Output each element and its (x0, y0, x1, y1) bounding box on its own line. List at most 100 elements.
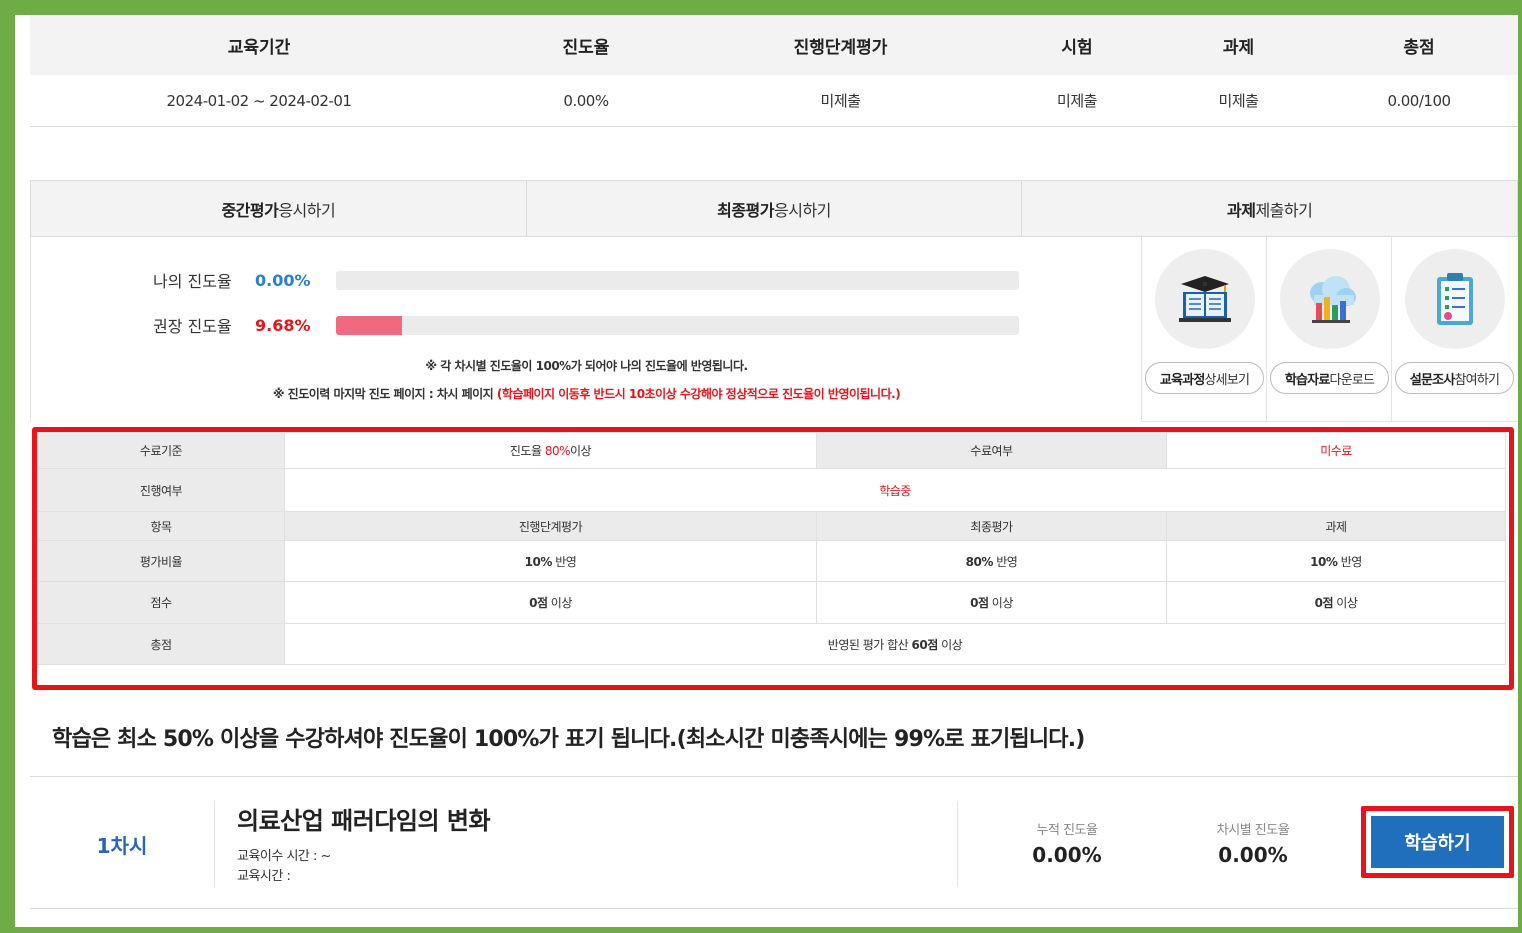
ratio-final-eval-bold: 80% (965, 554, 994, 569)
criteria-row-standard: 수료기준 진도율 80%이상 수료여부 미수료 (37, 432, 1506, 469)
summary-stage-eval-value: 미제출 (820, 92, 861, 110)
criteria-row-items: 항목 진행단계평가 최종평가 과제 (37, 511, 1506, 541)
midterm-exam-button[interactable]: 중간평가 응시하기 (31, 181, 527, 236)
score-final-eval: 0점 이상 (816, 581, 1167, 624)
completion-status-label: 수료여부 (816, 432, 1167, 469)
progress-note-2-warning: (학습페이지 이동후 반드시 10초이상 수강해야 정상적으로 진도율이 반영이… (496, 387, 901, 401)
completion-criteria-panel: 수료기준 진도율 80%이상 수료여부 미수료 진행여부 학습중 항목 진행단계… (32, 427, 1514, 690)
course-detail-button[interactable]: 교육과정 상세보기 (1145, 362, 1264, 394)
total-value: 반영된 평가 합산 60점 이상 (284, 623, 1506, 665)
submit-assignment-label-rest: 제출하기 (1255, 200, 1313, 220)
final-exam-button[interactable]: 최종평가 응시하기 (527, 181, 1023, 236)
resource-buttons: 교육과정 상세보기 학습자료 다운로드 설문조사 참여하기 (1141, 237, 1518, 422)
score-assignment-bold: 0점 (1314, 596, 1334, 610)
progress-status-label: 진행여부 (37, 468, 285, 512)
criteria-row-progress-status: 진행여부 학습중 (37, 468, 1506, 512)
progress-status-value: 학습중 (284, 468, 1506, 512)
item-final-eval: 최종평가 (816, 511, 1167, 541)
summary-header-total: 총점 (1403, 37, 1435, 58)
lesson-title: 의료산업 패러다임의 변화 (237, 807, 491, 835)
summary-header-assignment: 과제 (1222, 37, 1255, 58)
summary-progress-value: 0.00% (563, 91, 609, 110)
score-stage-eval: 0점 이상 (284, 581, 817, 624)
lesson-row: 1차시 의료산업 패러다임의 변화 교육이수 시간 : ~ 교육시간 : 누적 … (30, 777, 1518, 909)
submit-assignment-button[interactable]: 과제 제출하기 (1022, 181, 1517, 236)
criteria-row-total: 총점 반영된 평가 합산 60점 이상 (37, 623, 1506, 665)
study-info-banner: 학습은 최소 50% 이상을 수강하셔야 진도율이 100%가 표기 됩니다.(… (30, 705, 1518, 777)
materials-download-button[interactable]: 학습자료 다운로드 (1270, 362, 1389, 394)
course-detail-cell: 교육과정 상세보기 (1142, 237, 1267, 421)
my-progress-value: 0.00% (255, 270, 311, 290)
summary-header-exam: 시험 (1061, 37, 1093, 58)
ratio-stage-eval-rest: 반영 (551, 554, 577, 569)
materials-download-label-bold: 학습자료 (1284, 372, 1330, 388)
ratio-assignment: 10% 반영 (1166, 540, 1506, 582)
summary-header-period: 교육기간 (227, 37, 291, 58)
survey-cell: 설문조사 참여하기 (1392, 237, 1517, 421)
score-assignment: 0점 이상 (1166, 581, 1506, 624)
cumulative-progress: 누적 진도율 0.00% (997, 819, 1137, 867)
session-progress: 차시별 진도율 0.00% (1183, 819, 1323, 867)
summary-table: 교육기간 진도율 진행단계평가 시험 과제 총점 2024-01-02 ~ 20… (30, 15, 1518, 127)
completion-standard-threshold: 80% (544, 444, 571, 458)
completion-standard-prefix: 진도율 (509, 444, 545, 458)
progress-area: 나의 진도율 0.00% 권장 진도율 9.68% ※ 각 차시별 진도율이 1… (30, 237, 1141, 422)
progress-note-1: ※ 각 차시별 진도율이 100%가 되어야 나의 진도율에 반영됩니다. (425, 359, 748, 373)
lesson-number: 1차시 (30, 801, 215, 887)
recommended-progress-bar (336, 315, 1019, 335)
criteria-row-ratio: 평가비율 10% 반영 80% 반영 10% 반영 (37, 540, 1506, 582)
survey-button[interactable]: 설문조사 참여하기 (1395, 362, 1514, 394)
item-label: 항목 (37, 511, 285, 541)
item-stage-eval: 진행단계평가 (284, 511, 817, 541)
completion-criteria-table: 수료기준 진도율 80%이상 수료여부 미수료 진행여부 학습중 항목 진행단계… (37, 432, 1506, 665)
lesson-study-time: 교육시간 : (237, 869, 291, 884)
completion-standard-suffix: 이상 (570, 444, 592, 458)
score-stage-eval-bold: 0점 (529, 596, 548, 610)
score-assignment-rest: 이상 (1332, 596, 1358, 610)
my-progress-bar (336, 270, 1019, 290)
materials-download-label-rest: 다운로드 (1329, 372, 1375, 388)
ratio-stage-eval: 10% 반영 (284, 540, 817, 582)
score-final-eval-bold: 0점 (970, 596, 989, 610)
summary-exam-value: 미제출 (1057, 92, 1097, 110)
criteria-row-score: 점수 0점 이상 0점 이상 0점 이상 (37, 581, 1506, 624)
lesson-divider (957, 801, 958, 887)
course-page: 교육기간 진도율 진행단계평가 시험 과제 총점 2024-01-02 ~ 20… (15, 15, 1518, 927)
recommended-progress-label: 권장 진도율 (153, 317, 232, 336)
ratio-assignment-bold: 10% (1310, 554, 1338, 569)
ratio-assignment-rest: 반영 (1337, 554, 1363, 569)
score-label: 점수 (37, 581, 285, 624)
summary-header-progress: 진도율 (562, 37, 610, 58)
total-prefix: 반영된 평가 합산 (827, 637, 912, 652)
ratio-final-eval-rest: 반영 (992, 554, 1018, 569)
total-label: 총점 (37, 623, 285, 665)
total-suffix: 이상 (937, 637, 963, 652)
cumulative-progress-label: 누적 진도율 (1036, 823, 1098, 838)
midterm-exam-label-bold: 중간평가 (221, 200, 279, 220)
my-progress-label: 나의 진도율 (153, 272, 232, 291)
progress-note-2: ※ 진도이력 마지막 진도 페이지 : 차시 페이지 (학습페이지 이동후 반드… (31, 385, 1142, 402)
completion-status-value: 미수료 (1166, 432, 1506, 469)
survey-label-rest: 참여하기 (1454, 372, 1500, 388)
final-exam-label-bold: 최종평가 (717, 200, 774, 220)
item-assignment: 과제 (1166, 511, 1506, 541)
progress-note-2-prefix: ※ 진도이력 마지막 진도 페이지 : 차시 페이지 (272, 387, 497, 401)
score-stage-eval-rest: 이상 (547, 596, 573, 610)
cloud-download-icon[interactable] (1280, 249, 1380, 349)
recommended-progress-fill (336, 315, 403, 335)
summary-total-value: 0.00/100 (1387, 91, 1451, 110)
course-detail-label-rest: 상세보기 (1204, 372, 1250, 388)
book-graduation-icon[interactable] (1155, 249, 1255, 349)
study-button[interactable]: 학습하기 (1371, 816, 1504, 868)
submit-assignment-label-bold: 과제 (1227, 200, 1256, 220)
summary-period-value: 2024-01-02 ~ 2024-02-01 (166, 91, 352, 110)
midterm-exam-label-rest: 응시하기 (278, 200, 336, 220)
completion-standard-value: 진도율 80%이상 (284, 432, 817, 469)
score-final-eval-rest: 이상 (988, 596, 1014, 610)
summary-header-row: 교육기간 진도율 진행단계평가 시험 과제 총점 (30, 15, 1518, 75)
survey-clipboard-icon[interactable] (1405, 249, 1505, 349)
ratio-stage-eval-bold: 10% (524, 554, 553, 569)
session-progress-label: 차시별 진도율 (1216, 823, 1290, 838)
study-button-highlight: 학습하기 (1361, 806, 1514, 878)
final-exam-label-rest: 응시하기 (774, 200, 831, 220)
